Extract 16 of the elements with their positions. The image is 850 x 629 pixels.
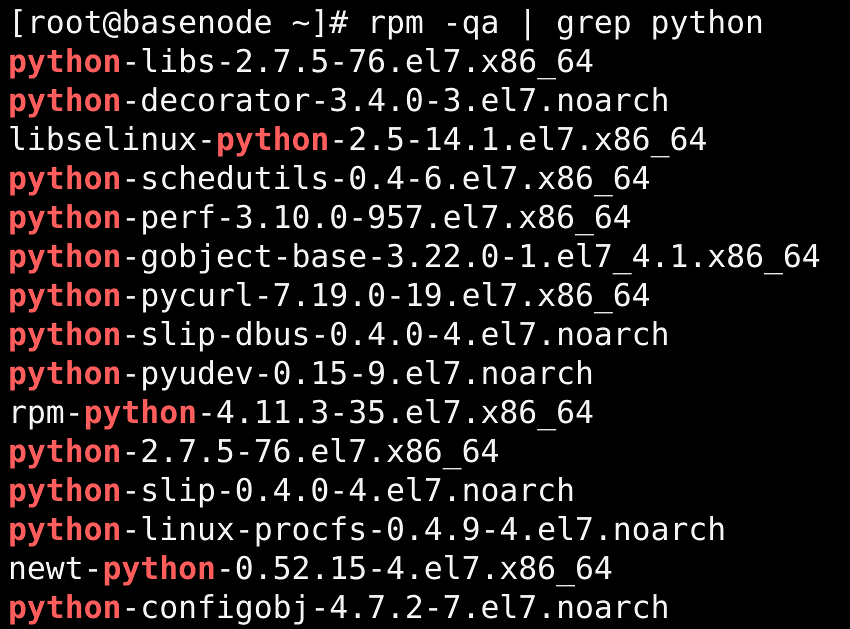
output-line: newt-python-0.52.15-4.el7.x86_64 <box>8 550 613 589</box>
output-line: rpm-python-4.11.3-35.el7.x86_64 <box>8 394 594 433</box>
output-line: python-2.7.5-76.el7.x86_64 <box>8 433 500 472</box>
output-line: python-schedutils-0.4-6.el7.x86_64 <box>8 160 651 199</box>
output-line: python-slip-0.4.0-4.el7.noarch <box>8 472 575 511</box>
output-line: python-gobject-base-3.22.0-1.el7_4.1.x86_64 <box>8 238 821 277</box>
output-line: python-pycurl-7.19.0-19.el7.x86_64 <box>8 277 651 316</box>
output-line: libselinux-python-2.5-14.1.el7.x86_64 <box>8 121 708 160</box>
output-line: python-configobj-4.7.2-7.el7.noarch <box>8 589 670 628</box>
output-line: python-pyudev-0.15-9.el7.noarch <box>8 355 594 394</box>
output-line: python-perf-3.10.0-957.el7.x86_64 <box>8 199 632 238</box>
command-line: [root@basenode ~]# rpm -qa | grep python <box>8 4 764 43</box>
output-line: python-slip-dbus-0.4.0-4.el7.noarch <box>8 316 670 355</box>
output-line: python-linux-procfs-0.4.9-4.el7.noarch <box>8 511 726 550</box>
output-line: python-libs-2.7.5-76.el7.x86_64 <box>8 43 594 82</box>
output-line: python-decorator-3.4.0-3.el7.noarch <box>8 82 670 121</box>
